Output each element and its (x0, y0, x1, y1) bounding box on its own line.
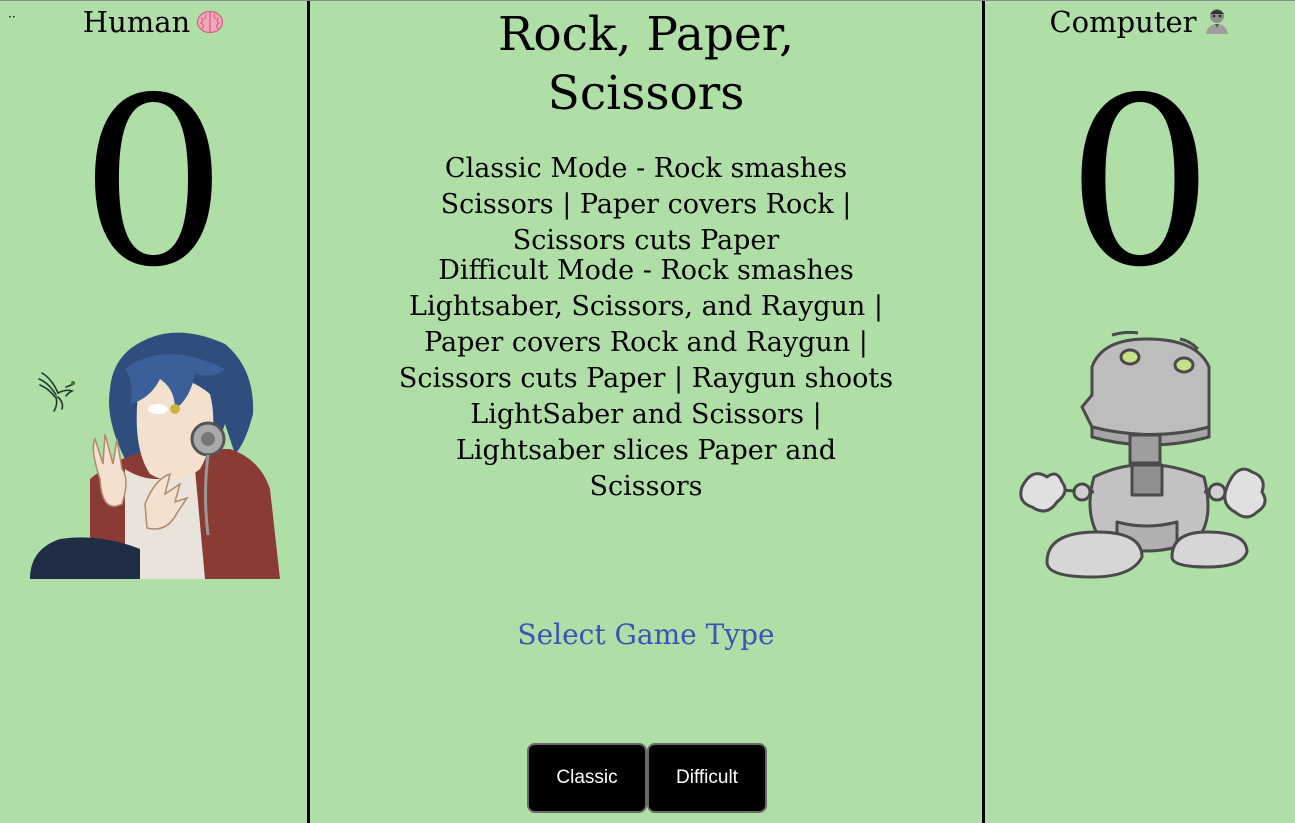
game-panel: Rock, Paper, Scissors Classic Mode - Roc… (310, 1, 982, 823)
human-title-label: Human (82, 5, 191, 39)
human-score: 0 (79, 48, 228, 318)
difficult-button[interactable]: Difficult (647, 743, 767, 813)
brain-icon (196, 7, 224, 43)
select-game-type-prompt: Select Game Type (517, 618, 775, 651)
human-avatar (30, 332, 280, 579)
game-title: Rock, Paper, Scissors (497, 7, 795, 121)
game-board: ·· Human 0 Rock, Paper, Scissors Classic… (0, 0, 1295, 823)
classic-rules: Classic Mode - Rock smashes Scissors | P… (440, 153, 852, 256)
robot-avatar (1019, 330, 1267, 579)
difficult-rules: Difficult Mode - Rock smashes Lightsaber… (398, 255, 894, 502)
scientist-icon (1203, 7, 1231, 43)
computer-title-label: Computer (1049, 5, 1197, 39)
game-type-buttons: Classic Difficult (527, 743, 769, 814)
computer-title: Computer (985, 4, 1295, 43)
computer-score: 0 (1066, 48, 1214, 318)
human-title: Human (0, 4, 307, 43)
human-panel: ·· Human 0 (0, 1, 310, 823)
classic-button[interactable]: Classic (527, 743, 647, 813)
